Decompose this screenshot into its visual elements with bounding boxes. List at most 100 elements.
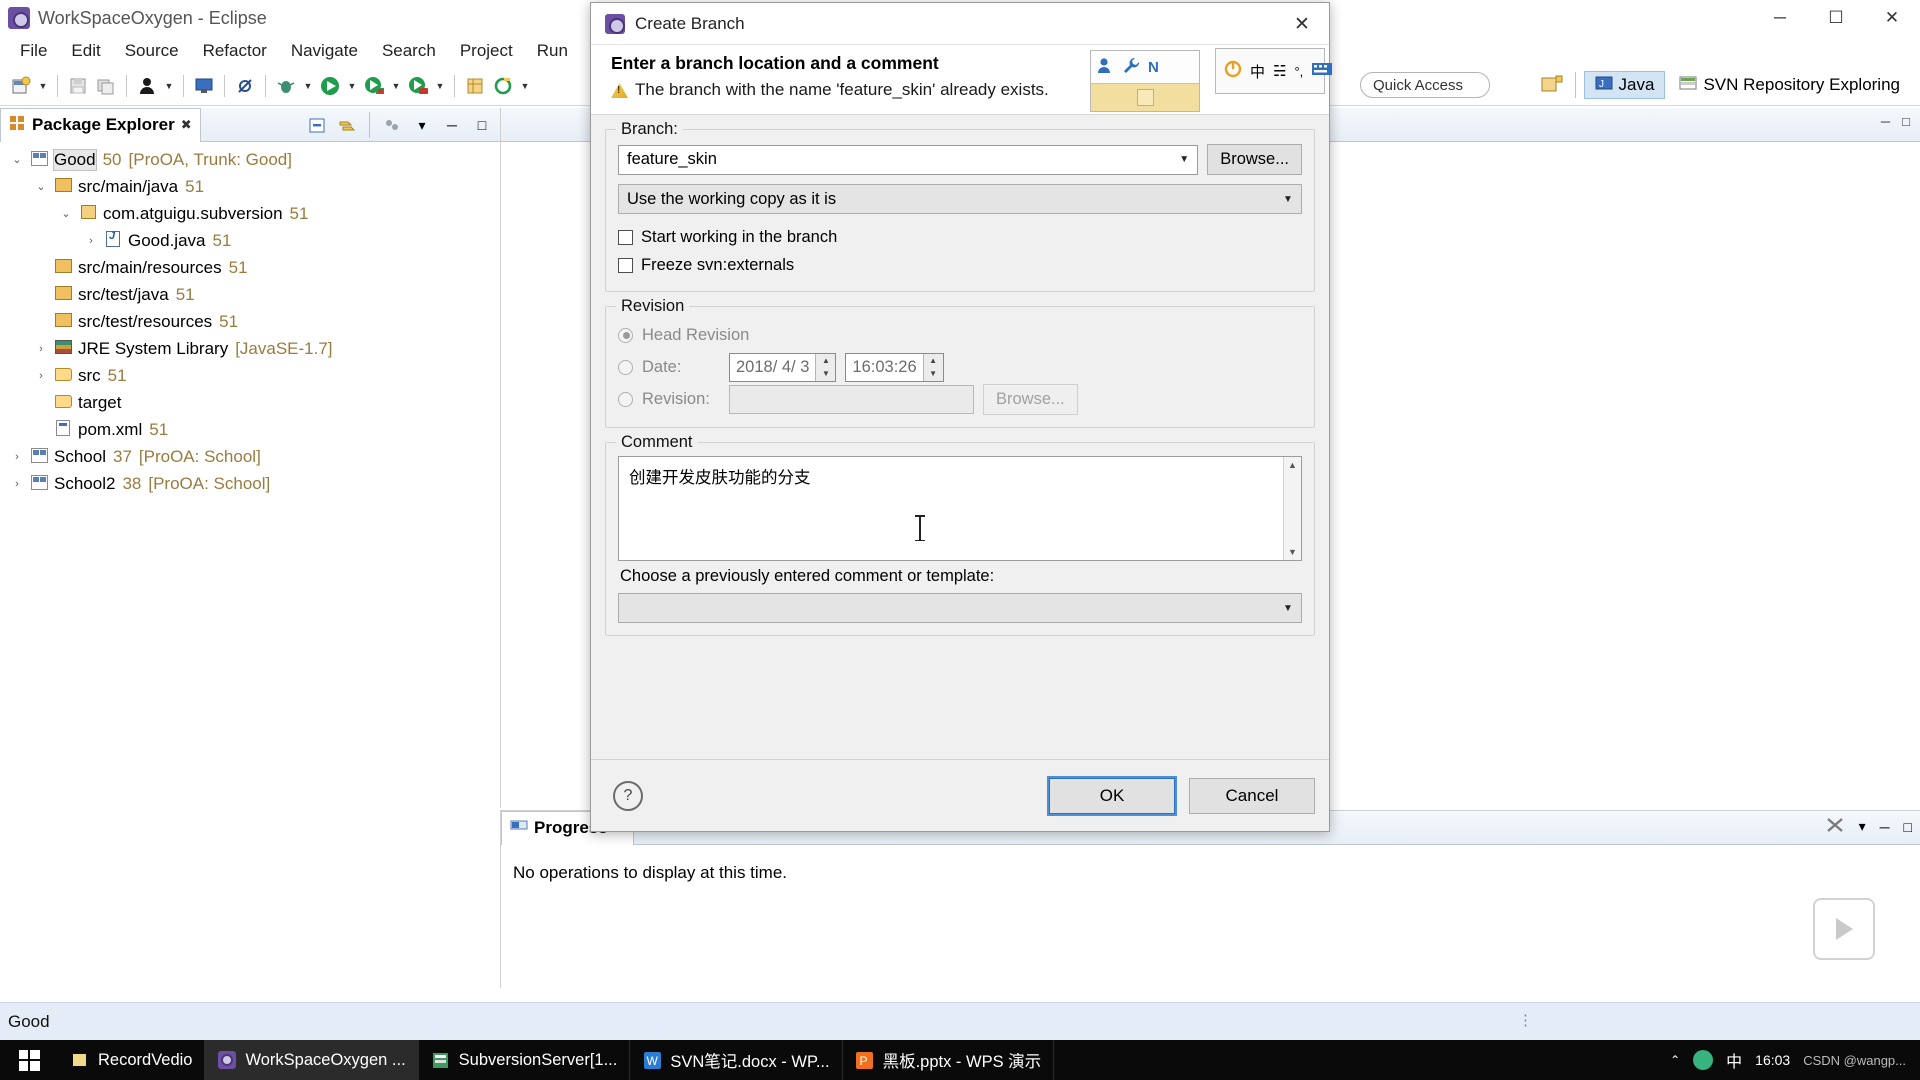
menu-navigate[interactable]: Navigate <box>279 38 370 64</box>
run-dropdown-arrow[interactable]: ▼ <box>345 73 359 99</box>
save-all-icon[interactable] <box>93 73 119 99</box>
spinner-down-icon[interactable]: ▼ <box>924 367 943 381</box>
menu-run[interactable]: Run <box>525 38 580 64</box>
start-working-checkbox[interactable] <box>618 229 633 245</box>
minimize-icon[interactable]: ─ <box>440 113 464 137</box>
keyboard-icon[interactable] <box>1311 62 1333 80</box>
revision-number-row[interactable]: Revision: Browse... <box>618 383 1302 415</box>
maximize-icon[interactable]: □ <box>1902 114 1910 129</box>
head-revision-row[interactable]: Head Revision <box>618 319 1302 351</box>
power-icon[interactable] <box>1224 60 1242 82</box>
dialog-close-button[interactable]: ✕ <box>1275 3 1329 45</box>
minimize-icon[interactable]: ─ <box>1881 114 1890 129</box>
ime-mode-label[interactable]: 中 <box>1250 61 1265 82</box>
head-revision-radio[interactable] <box>618 327 633 343</box>
chevron-up-icon[interactable]: ⌃ <box>1670 1053 1680 1067</box>
perspective-tab-java[interactable]: J Java <box>1583 71 1666 99</box>
ok-button[interactable]: OK <box>1047 775 1177 816</box>
freeze-externals-checkbox[interactable] <box>618 257 633 273</box>
run-coverage-dropdown-arrow[interactable]: ▼ <box>433 73 447 99</box>
time-spinner-buttons[interactable]: ▲ ▼ <box>922 353 943 381</box>
tree-row-pom-xml[interactable]: pom.xml 51 <box>0 416 500 443</box>
taskbar-item-workspaceoxygen[interactable]: WorkSpaceOxygen ... <box>205 1040 419 1080</box>
branch-browse-button[interactable]: Browse... <box>1207 144 1302 175</box>
chevron-right-icon[interactable]: › <box>30 370 52 382</box>
cancel-button[interactable]: Cancel <box>1189 777 1315 814</box>
tree-row-good[interactable]: ⌄ Good 50 [ProOA, Trunk: Good] <box>0 146 500 173</box>
run-icon[interactable] <box>317 73 343 99</box>
cancel-all-icon[interactable] <box>1825 816 1845 837</box>
chevron-down-icon[interactable]: ⌄ <box>55 207 77 220</box>
view-menu-icon[interactable]: ▾ <box>1859 818 1866 835</box>
time-spinner[interactable]: 16:03:26 ▲ ▼ <box>845 352 944 382</box>
chevron-right-icon[interactable]: › <box>6 478 28 490</box>
chevron-down-icon[interactable]: ⌄ <box>30 180 52 193</box>
windows-start-icon[interactable] <box>0 1040 58 1080</box>
link-with-editor-icon[interactable] <box>335 113 359 137</box>
tab-package-explorer[interactable]: Package Explorer ✖ <box>0 107 201 142</box>
chevron-right-icon[interactable]: › <box>6 451 28 463</box>
tree-row-src-test-java[interactable]: src/test/java 51 <box>0 281 500 308</box>
tree-row-src-main-java[interactable]: ⌄ src/main/java 51 <box>0 173 500 200</box>
minimize-button[interactable]: ─ <box>1752 0 1808 36</box>
run-external-tools-icon[interactable] <box>361 73 387 99</box>
chevron-down-icon[interactable]: ▼ <box>1275 185 1301 213</box>
quick-access-input[interactable]: Quick Access <box>1360 72 1490 98</box>
revision-browse-button[interactable]: Browse... <box>983 383 1078 415</box>
close-button[interactable]: ✕ <box>1864 0 1920 36</box>
template-select[interactable]: ▼ <box>618 593 1302 623</box>
date-spinner[interactable]: 2018/ 4/ 3 ▲ ▼ <box>729 352 837 382</box>
menu-refactor[interactable]: Refactor <box>191 38 279 64</box>
help-button[interactable]: ? <box>613 780 643 811</box>
taskbar-item-svn-notes-docx[interactable]: W SVN笔记.docx - WP... <box>630 1040 843 1080</box>
view-menu-icon[interactable] <box>380 113 404 137</box>
taskbar-item-subversionserver[interactable]: SubversionServer[1... <box>419 1040 631 1080</box>
taskbar-item-blackboard-pptx[interactable]: P 黑板.pptx - WPS 演示 <box>843 1040 1055 1080</box>
revision-number-radio[interactable] <box>618 391 633 407</box>
taskbar-clock[interactable]: 16:03 <box>1755 1052 1790 1068</box>
scroll-down-icon[interactable]: ▼ <box>1288 547 1297 557</box>
comment-scrollbar[interactable]: ▲ ▼ <box>1283 457 1301 560</box>
skip-breakpoints-icon[interactable] <box>232 73 258 99</box>
minimize-icon[interactable]: ─ <box>1880 819 1890 835</box>
chevron-right-icon[interactable]: › <box>80 235 102 247</box>
chevron-down-icon[interactable]: ▼ <box>1275 594 1301 622</box>
debug-icon[interactable] <box>273 73 299 99</box>
punctuation-icon[interactable]: °, <box>1294 64 1303 79</box>
revision-input[interactable] <box>729 384 974 414</box>
menu-edit[interactable]: Edit <box>59 38 112 64</box>
spinner-up-icon[interactable]: ▲ <box>816 354 835 368</box>
save-icon[interactable] <box>65 73 91 99</box>
new-java-project-icon[interactable] <box>462 73 488 99</box>
date-revision-row[interactable]: Date: 2018/ 4/ 3 ▲ ▼ 16:03:26 ▲ ▼ <box>618 351 1302 383</box>
perspective-tab-svn-repository-exploring[interactable]: SVN Repository Exploring <box>1669 71 1910 99</box>
tree-row-good-java[interactable]: › Good.java 51 <box>0 227 500 254</box>
debug-dropdown-arrow[interactable]: ▼ <box>301 73 315 99</box>
chevron-down-icon[interactable]: ⌄ <box>6 153 28 166</box>
maximize-button[interactable]: ☐ <box>1808 0 1864 36</box>
new-class-icon[interactable] <box>490 73 516 99</box>
tree-row-target[interactable]: target <box>0 389 500 416</box>
new-class-dropdown-arrow[interactable]: ▼ <box>518 73 532 99</box>
tree-row-src-main-resources[interactable]: src/main/resources 51 <box>0 254 500 281</box>
console-icon[interactable] <box>191 73 217 99</box>
run-coverage-icon[interactable] <box>405 73 431 99</box>
play-overlay-button[interactable] <box>1813 898 1875 960</box>
comment-textarea[interactable]: 创建开发皮肤功能的分支 ▲ ▼ <box>618 456 1302 561</box>
chevron-right-icon[interactable]: › <box>30 343 52 355</box>
network-icon[interactable] <box>1693 1050 1714 1070</box>
tree-row-school[interactable]: › School 37 [ProOA: School] <box>0 443 500 470</box>
menu-search[interactable]: Search <box>370 38 448 64</box>
maximize-icon[interactable]: □ <box>1904 819 1912 835</box>
person-dropdown-arrow[interactable]: ▼ <box>162 73 176 99</box>
statusbar-handle[interactable]: ⋮ <box>1518 1011 1534 1029</box>
menu-file[interactable]: File <box>8 38 59 64</box>
open-perspective-icon[interactable] <box>1537 71 1567 99</box>
taskbar-item-recordvedio[interactable]: RecordVedio <box>58 1040 206 1080</box>
start-working-checkbox-row[interactable]: Start working in the branch <box>618 223 1302 251</box>
freeze-externals-checkbox-row[interactable]: Freeze svn:externals <box>618 251 1302 279</box>
ime-candidate-row[interactable] <box>1091 83 1199 111</box>
maximize-icon[interactable]: □ <box>470 113 494 137</box>
working-copy-select[interactable]: Use the working copy as it is ▼ <box>618 184 1302 214</box>
menu-source[interactable]: Source <box>113 38 191 64</box>
